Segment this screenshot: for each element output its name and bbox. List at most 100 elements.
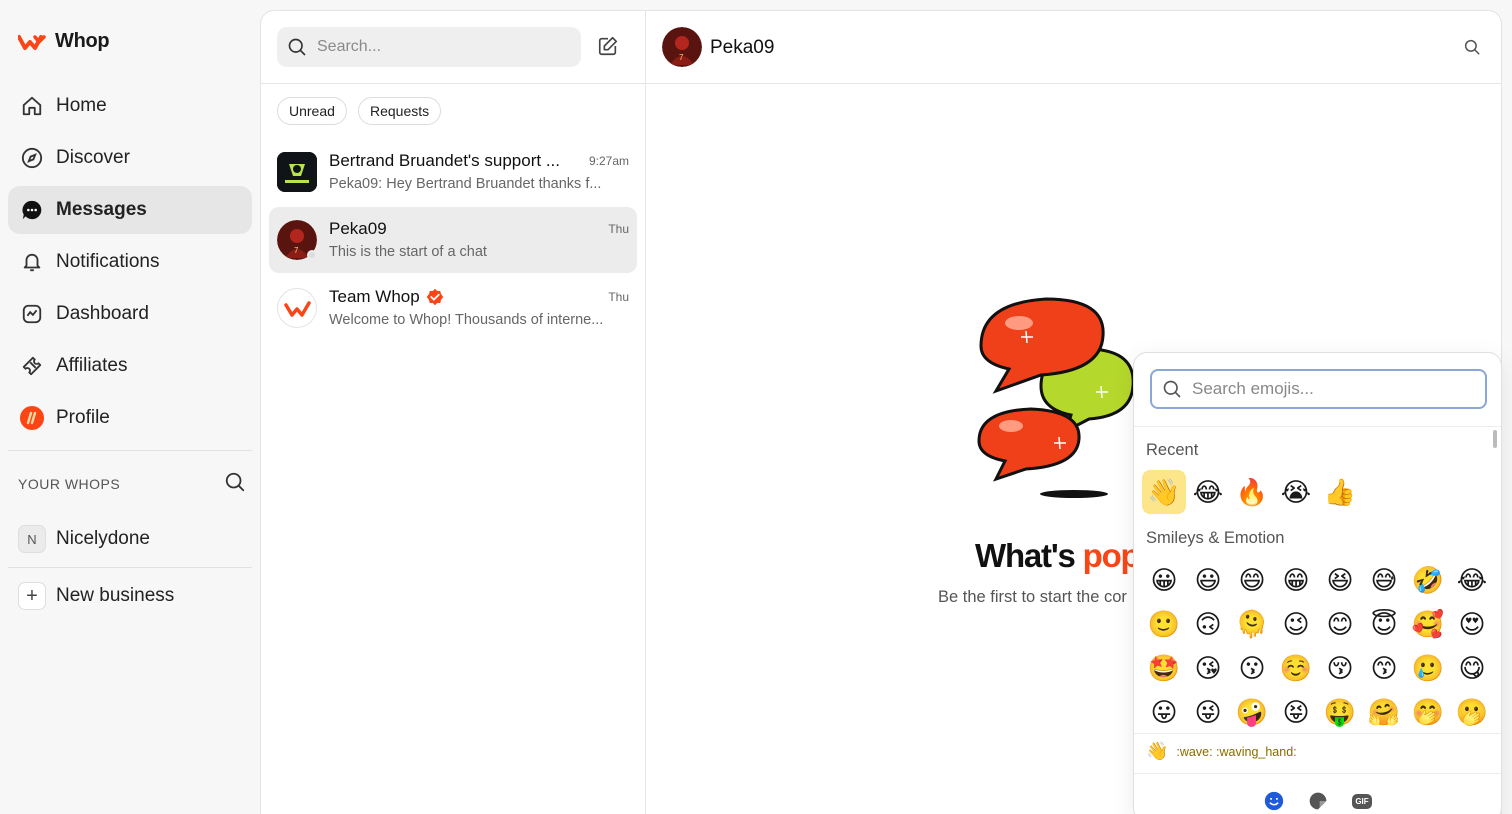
emoji-button[interactable]: 😝 xyxy=(1274,690,1318,734)
nav-item-profile[interactable]: Profile xyxy=(8,394,252,442)
chat-title[interactable]: Peka09 xyxy=(710,37,774,59)
conversation-preview: Peka09: Hey Bertrand Bruandet thanks f..… xyxy=(329,176,602,192)
conversation-item[interactable]: Bertrand Bruandet's support ... 9:27am P… xyxy=(269,139,637,205)
conversation-avatar xyxy=(277,152,317,192)
new-business-label: New business xyxy=(56,585,175,606)
search-icon xyxy=(288,38,306,56)
picker-divider xyxy=(1134,773,1501,774)
emoji-button[interactable]: 🔥 xyxy=(1230,470,1274,514)
emoji-search-input[interactable] xyxy=(1192,379,1462,399)
emoji-button[interactable]: 😃 xyxy=(1186,558,1230,602)
bell-icon xyxy=(20,250,44,274)
emoji-button[interactable]: 😅 xyxy=(1362,558,1406,602)
emoji-button[interactable]: 🤭 xyxy=(1406,690,1450,734)
emoji-button[interactable]: 🥰 xyxy=(1406,602,1450,646)
emoji-button[interactable]: 😜 xyxy=(1186,690,1230,734)
chat-header: 7 Peka09 xyxy=(646,11,1501,84)
emoji-button[interactable]: 🤩 xyxy=(1142,646,1186,690)
messages-search[interactable] xyxy=(277,27,581,67)
nav-item-affiliates[interactable]: Affiliates xyxy=(8,342,252,390)
sticker-tab-icon[interactable] xyxy=(1307,790,1329,812)
conversation-avatar xyxy=(277,288,317,328)
emoji-button[interactable]: 😆 xyxy=(1318,558,1362,602)
whop-initial-badge: N xyxy=(18,525,46,553)
nav-item-notifications[interactable]: Notifications xyxy=(8,238,252,286)
emoji-button[interactable]: 😛 xyxy=(1142,690,1186,734)
emoji-tab-icon[interactable] xyxy=(1263,790,1285,812)
nav-label: Discover xyxy=(56,147,130,168)
nav-label: Dashboard xyxy=(56,303,149,324)
emoji-button[interactable]: 😙 xyxy=(1362,646,1406,690)
emoji-button[interactable]: 😋 xyxy=(1450,646,1494,690)
nav-item-messages[interactable]: Messages xyxy=(8,186,252,234)
emoji-button[interactable]: 😍 xyxy=(1450,602,1494,646)
plus-icon: + xyxy=(18,582,46,610)
emoji-button[interactable]: 😁 xyxy=(1274,558,1318,602)
emoji-button[interactable]: 🤑 xyxy=(1318,690,1362,734)
filter-requests[interactable]: Requests xyxy=(358,97,442,125)
gif-tab-icon[interactable]: GIF xyxy=(1351,790,1373,812)
emoji-search[interactable] xyxy=(1150,369,1487,409)
messages-search-input[interactable] xyxy=(317,38,557,56)
emoji-button[interactable]: 😭 xyxy=(1274,470,1318,514)
emoji-button[interactable]: 😊 xyxy=(1318,602,1362,646)
conversation-preview: Welcome to Whop! Thousands of interne... xyxy=(329,312,604,328)
nav-label: Profile xyxy=(56,407,110,428)
empty-title-highlight: pop xyxy=(1082,537,1141,574)
emoji-button[interactable]: 😀 xyxy=(1142,558,1186,602)
picker-divider xyxy=(1134,426,1501,427)
ticket-icon xyxy=(20,354,44,378)
nav-item-discover[interactable]: Discover xyxy=(8,134,252,182)
emoji-button[interactable]: 😄 xyxy=(1230,558,1274,602)
filter-unread[interactable]: Unread xyxy=(277,97,347,125)
nav-label: Messages xyxy=(56,199,147,220)
emoji-picker: Recent Smileys & Emotion 👋 :wave: :wavin… xyxy=(1133,352,1502,814)
brand-logo[interactable]: Whop xyxy=(18,30,110,53)
chat-avatar[interactable]: 7 xyxy=(662,27,702,67)
emoji-button[interactable]: 😂 xyxy=(1186,470,1230,514)
emoji-button[interactable]: ☺️ xyxy=(1274,646,1318,690)
emoji-button[interactable]: 🥲 xyxy=(1406,646,1450,690)
nav-label: Notifications xyxy=(56,251,160,272)
nav-divider xyxy=(8,567,252,568)
whop-logo-icon xyxy=(18,34,46,50)
brand-name: Whop xyxy=(55,30,110,52)
emoji-button[interactable]: 🤪 xyxy=(1230,690,1274,734)
emoji-button[interactable]: 😇 xyxy=(1362,602,1406,646)
emoji-button[interactable]: 👋 xyxy=(1142,470,1186,514)
svg-text:7: 7 xyxy=(679,53,684,62)
picker-tabs: GIF xyxy=(1134,786,1501,814)
emoji-button[interactable]: 😚 xyxy=(1318,646,1362,690)
emoji-button[interactable]: 🫢 xyxy=(1450,690,1494,734)
chat-bubble-icon xyxy=(20,198,44,222)
conversation-item[interactable]: 7 Peka09 Thu This is the start of a chat xyxy=(269,207,637,273)
emoji-button[interactable]: 👍 xyxy=(1318,470,1362,514)
emoji-button[interactable]: 😉 xyxy=(1274,602,1318,646)
conversation-time: Thu xyxy=(608,222,629,236)
compose-icon[interactable] xyxy=(597,35,621,59)
preview-emoji: 👋 xyxy=(1146,741,1169,761)
conversation-item[interactable]: Team Whop Thu Welcome to Whop! Thousands… xyxy=(269,275,637,341)
emoji-button[interactable]: 😗 xyxy=(1230,646,1274,690)
emoji-button[interactable]: 🤗 xyxy=(1362,690,1406,734)
emoji-button[interactable]: 🤣 xyxy=(1406,558,1450,602)
emoji-button[interactable]: 😂 xyxy=(1450,558,1494,602)
emoji-button[interactable]: 🙂 xyxy=(1142,602,1186,646)
conversation-name: Bertrand Bruandet's support ... xyxy=(329,151,560,170)
chat-search-icon[interactable] xyxy=(1463,38,1481,56)
whops-search-icon[interactable] xyxy=(224,471,248,495)
emoji-button[interactable]: 🫠 xyxy=(1230,602,1274,646)
emoji-scrollbar[interactable] xyxy=(1493,430,1497,448)
new-business-button[interactable]: + New business xyxy=(8,574,252,618)
nav-item-home[interactable]: Home xyxy=(8,82,252,130)
profile-avatar-icon xyxy=(20,406,44,430)
chart-icon xyxy=(20,302,44,326)
nav-item-dashboard[interactable]: Dashboard xyxy=(8,290,252,338)
empty-title-part: What's xyxy=(975,537,1076,574)
conversation-name: Team Whop xyxy=(329,287,420,306)
your-whops-label: YOUR WHOPS xyxy=(18,476,121,492)
conversation-preview: This is the start of a chat xyxy=(329,244,487,260)
emoji-button[interactable]: 🙃 xyxy=(1186,602,1230,646)
whop-item-nicelydone[interactable]: N Nicelydone xyxy=(8,517,252,561)
emoji-button[interactable]: 😘 xyxy=(1186,646,1230,690)
